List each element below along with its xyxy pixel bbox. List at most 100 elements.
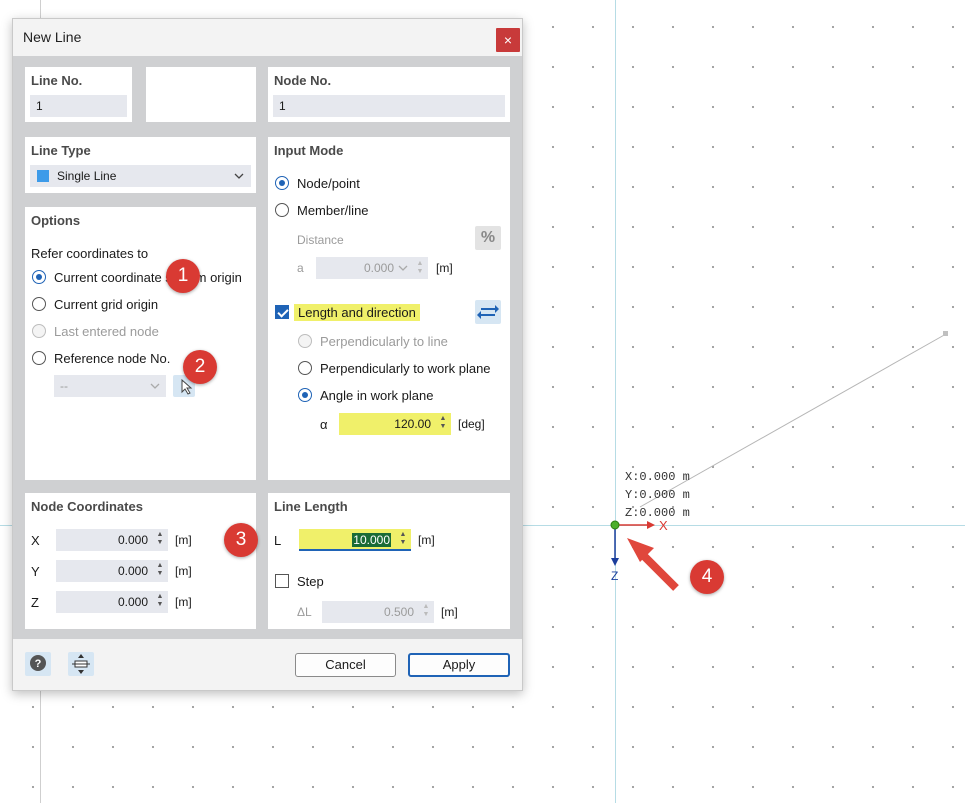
l-spinner[interactable]: ▲ ▼ xyxy=(398,531,408,547)
z-field[interactable]: 0.000 ▲ ▼ xyxy=(56,591,168,613)
chevron-down-icon xyxy=(150,383,160,389)
l-unit: [m] xyxy=(418,533,435,547)
radio-grid-origin-label: Current grid origin xyxy=(54,297,159,312)
radio-last-node-label: Last entered node xyxy=(54,324,159,339)
radio-angle-plane-label: Angle in work plane xyxy=(320,388,434,403)
dialog-title: New Line xyxy=(23,29,82,45)
line-length-panel: Line Length L 10.000 ▲ ▼ [m] Step ΔL 0.50… xyxy=(268,493,510,629)
dialog-footer: ? Cancel Apply xyxy=(13,639,522,690)
line-type-label: Line Type xyxy=(31,143,91,158)
dialog-titlebar[interactable]: New Line × xyxy=(13,19,522,56)
refer-coordinates-label: Refer coordinates to xyxy=(31,246,149,261)
close-icon[interactable]: × xyxy=(496,28,520,52)
annotation-badge-1: 1 xyxy=(166,259,200,293)
reference-node-select[interactable]: -- xyxy=(54,375,166,397)
line-no-label: Line No. xyxy=(31,73,83,88)
reverse-direction-button[interactable] xyxy=(475,300,501,324)
coord-y-readout: Y:0.000 m xyxy=(625,488,690,502)
radio-coordinate-origin[interactable] xyxy=(32,270,46,284)
input-mode-panel: Input Mode Node/point Member/line Distan… xyxy=(268,137,510,480)
a-value: 0.000 xyxy=(363,261,394,275)
x-axis-label: X xyxy=(659,518,668,533)
l-field[interactable]: 10.000 ▲ ▼ xyxy=(299,529,411,551)
delta-spinner[interactable]: ▲ ▼ xyxy=(421,603,431,619)
alpha-spinner[interactable]: ▲ ▼ xyxy=(438,415,448,431)
radio-perp-plane[interactable] xyxy=(298,361,312,375)
chevron-down-icon xyxy=(398,265,408,271)
radio-coordinate-origin-label: Current coordinate system origin xyxy=(54,270,242,285)
y-spinner[interactable]: ▲ ▼ xyxy=(155,562,165,578)
radio-reference-node[interactable] xyxy=(32,351,46,365)
line-type-panel: Line Type Single Line xyxy=(25,137,256,193)
help-button[interactable]: ? xyxy=(25,652,51,676)
y-label: Y xyxy=(31,564,40,579)
chevron-down-icon xyxy=(234,173,244,179)
a-value-field[interactable]: 0.000 ▲ ▼ xyxy=(316,257,428,279)
radio-perp-line[interactable] xyxy=(298,334,312,348)
z-axis-label: Z xyxy=(611,569,619,583)
help-icon: ? xyxy=(30,655,46,671)
line-no-field[interactable]: 1 xyxy=(30,95,127,117)
delta-label: ΔL xyxy=(297,605,312,619)
y-unit: [m] xyxy=(175,564,192,578)
radio-last-node[interactable] xyxy=(32,324,46,338)
percent-icon[interactable]: % xyxy=(475,226,501,250)
x-value: 0.000 xyxy=(117,533,148,547)
radio-reference-node-label: Reference node No. xyxy=(54,351,171,366)
origin-node xyxy=(610,520,620,530)
z-label: Z xyxy=(31,595,39,610)
coord-z-readout: Z:0.000 m xyxy=(625,506,690,520)
x-spinner[interactable]: ▲ ▼ xyxy=(155,531,165,547)
a-unit: [m] xyxy=(436,261,453,275)
dialog-body: Line No. 1 Node No. 1 Line Type Single L… xyxy=(13,56,522,639)
node-no-label: Node No. xyxy=(274,73,332,88)
annotation-badge-2: 2 xyxy=(183,350,217,384)
radio-node-point[interactable] xyxy=(275,176,289,190)
l-label: L xyxy=(274,533,282,548)
length-direction-label: Length and direction xyxy=(294,304,420,321)
annotation-badge-3: 3 xyxy=(224,523,258,557)
node-no-field[interactable]: 1 xyxy=(273,95,505,117)
alpha-field[interactable]: 120.00 ▲ ▼ xyxy=(339,413,451,435)
radio-perp-plane-label: Perpendicularly to work plane xyxy=(320,361,491,376)
x-label: X xyxy=(31,533,40,548)
new-line-dialog: New Line × Line No. 1 Node No. 1 Line Ty… xyxy=(12,18,523,691)
radio-member-line[interactable] xyxy=(275,203,289,217)
reference-node-value: -- xyxy=(60,379,68,393)
empty-panel xyxy=(146,67,256,122)
z-unit: [m] xyxy=(175,595,192,609)
alpha-label: α xyxy=(320,417,328,432)
step-checkbox[interactable] xyxy=(275,574,289,588)
radio-angle-plane[interactable] xyxy=(298,388,312,402)
apply-button[interactable]: Apply xyxy=(408,653,510,677)
line-length-label: Line Length xyxy=(274,499,348,514)
svg-text:?: ? xyxy=(35,658,42,670)
alpha-value: 120.00 xyxy=(394,417,431,431)
length-direction-checkbox[interactable] xyxy=(275,305,289,319)
y-field[interactable]: 0.000 ▲ ▼ xyxy=(56,560,168,582)
z-spinner[interactable]: ▲ ▼ xyxy=(155,593,165,609)
cancel-button[interactable]: Cancel xyxy=(295,653,396,677)
a-label: a xyxy=(297,261,304,275)
delta-unit: [m] xyxy=(441,605,458,619)
preview-line-end xyxy=(943,331,948,336)
x-field[interactable]: 0.000 ▲ ▼ xyxy=(56,529,168,551)
pick-in-graphics-icon xyxy=(72,654,90,674)
line-type-swatch xyxy=(37,170,49,182)
options-label: Options xyxy=(31,213,81,228)
delta-value: 0.500 xyxy=(383,605,414,619)
l-value: 10.000 xyxy=(352,533,391,547)
input-mode-label: Input Mode xyxy=(274,143,344,158)
delta-field[interactable]: 0.500 ▲ ▼ xyxy=(322,601,434,623)
radio-node-point-label: Node/point xyxy=(297,176,360,191)
radio-member-line-label: Member/line xyxy=(297,203,369,218)
coord-x-readout: X:0.000 m xyxy=(625,470,690,484)
line-type-select[interactable]: Single Line xyxy=(30,165,251,187)
radio-grid-origin[interactable] xyxy=(32,297,46,311)
alpha-unit: [deg] xyxy=(458,417,485,431)
a-spinner[interactable]: ▲ ▼ xyxy=(415,260,425,276)
line-type-value: Single Line xyxy=(57,169,117,183)
pick-in-graphics-button[interactable] xyxy=(68,652,94,676)
radio-perp-line-label: Perpendicularly to line xyxy=(320,334,448,349)
reverse-direction-icon xyxy=(477,305,499,319)
